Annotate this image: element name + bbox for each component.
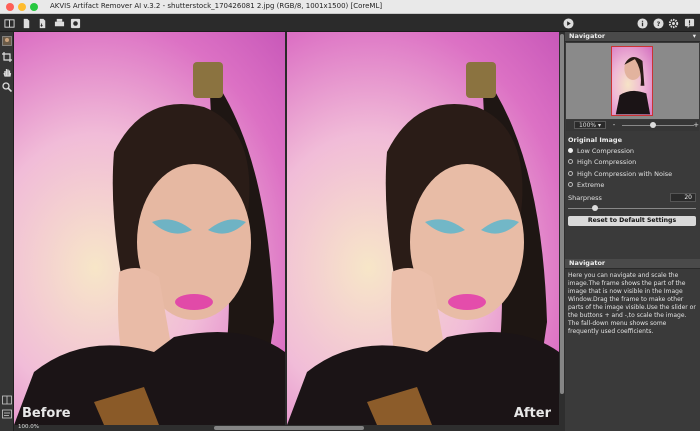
- help-icon[interactable]: ?: [652, 17, 664, 29]
- portrait-photo-after: [287, 62, 559, 425]
- info-icon[interactable]: [636, 17, 648, 29]
- before-label: Before: [22, 406, 71, 421]
- save-file-icon[interactable]: [36, 17, 48, 29]
- reset-defaults-button[interactable]: Reset to Default Settings: [568, 216, 696, 226]
- zoom-out-button[interactable]: -: [610, 121, 618, 129]
- settings-panel: Navigator ▾ 100% ▾ - + Original Image Lo…: [565, 32, 700, 431]
- before-image-pane[interactable]: Before: [14, 32, 285, 425]
- after-image-pane[interactable]: After: [287, 32, 559, 425]
- play-icon[interactable]: [562, 17, 574, 29]
- status-bar: 100.0%: [14, 424, 565, 431]
- sharpness-label: Sharpness: [568, 194, 602, 202]
- zoom-slider-knob[interactable]: [650, 122, 656, 128]
- zoom-select[interactable]: 100% ▾: [574, 121, 606, 129]
- radio-selected-icon[interactable]: [568, 148, 573, 153]
- horizontal-scroll-thumb[interactable]: [214, 426, 364, 430]
- option-label: Extreme: [577, 180, 605, 189]
- sharpness-slider-track[interactable]: [568, 208, 696, 209]
- navigator-thumbnail[interactable]: [611, 46, 653, 116]
- high-compression-noise-option[interactable]: High Compression with Noise: [568, 169, 672, 178]
- low-compression-option[interactable]: Low Compression: [568, 146, 634, 155]
- print-icon[interactable]: [53, 17, 65, 29]
- image-info-icon[interactable]: [1, 408, 13, 420]
- radio-icon[interactable]: [568, 182, 573, 187]
- zoom-status: 100.0%: [18, 424, 39, 430]
- minimize-window-button[interactable]: [18, 3, 26, 11]
- option-label: Low Compression: [577, 146, 635, 155]
- split-view-icon[interactable]: [1, 394, 13, 406]
- zoom-slider-track[interactable]: [622, 125, 694, 126]
- zoom-in-button[interactable]: +: [692, 121, 700, 129]
- help-header: Navigator: [565, 259, 700, 269]
- option-label: High Compression: [577, 157, 637, 166]
- navigator-preview[interactable]: [566, 43, 699, 119]
- crop-icon[interactable]: [1, 51, 13, 63]
- zoom-controls: 100% ▾ - +: [566, 120, 699, 131]
- close-window-button[interactable]: [6, 3, 14, 11]
- sharpness-value-field[interactable]: 20: [670, 193, 696, 202]
- toolbar: ?: [0, 14, 700, 32]
- help-title: Navigator: [569, 259, 606, 267]
- zoom-window-button[interactable]: [30, 3, 38, 11]
- open-file-icon[interactable]: [20, 17, 32, 29]
- sharpness-slider-knob[interactable]: [592, 205, 598, 211]
- help-text: Here you can navigate and scale the imag…: [568, 272, 696, 335]
- navigator-title: Navigator: [569, 32, 606, 40]
- navigator-header[interactable]: Navigator ▾: [565, 32, 700, 42]
- original-image-heading: Original Image: [568, 136, 622, 144]
- navigator-small-icon[interactable]: [1, 35, 13, 47]
- title-bar: AKVIS Artifact Remover AI v.3.2 - shutte…: [0, 0, 700, 14]
- notification-icon[interactable]: [683, 17, 695, 29]
- high-compression-option[interactable]: High Compression: [568, 157, 636, 166]
- option-label: High Compression with Noise: [577, 169, 673, 178]
- image-canvas[interactable]: Before After: [14, 32, 559, 425]
- tool-strip: [0, 32, 14, 431]
- settings-icon[interactable]: [667, 17, 679, 29]
- radio-icon[interactable]: [568, 159, 573, 164]
- radio-icon[interactable]: [568, 171, 573, 176]
- after-label: After: [513, 406, 551, 421]
- hand-icon[interactable]: [1, 66, 13, 78]
- zoom-icon[interactable]: [1, 81, 13, 93]
- share-icon[interactable]: [69, 17, 81, 29]
- chevron-down-icon[interactable]: ▾: [693, 32, 696, 41]
- svg-text:?: ?: [656, 19, 660, 27]
- window-title: AKVIS Artifact Remover AI v.3.2 - shutte…: [50, 2, 383, 10]
- extreme-option[interactable]: Extreme: [568, 180, 604, 189]
- vertical-scroll-thumb[interactable]: [560, 34, 564, 394]
- portrait-photo-before: [14, 62, 285, 425]
- before-after-icon[interactable]: [3, 17, 15, 29]
